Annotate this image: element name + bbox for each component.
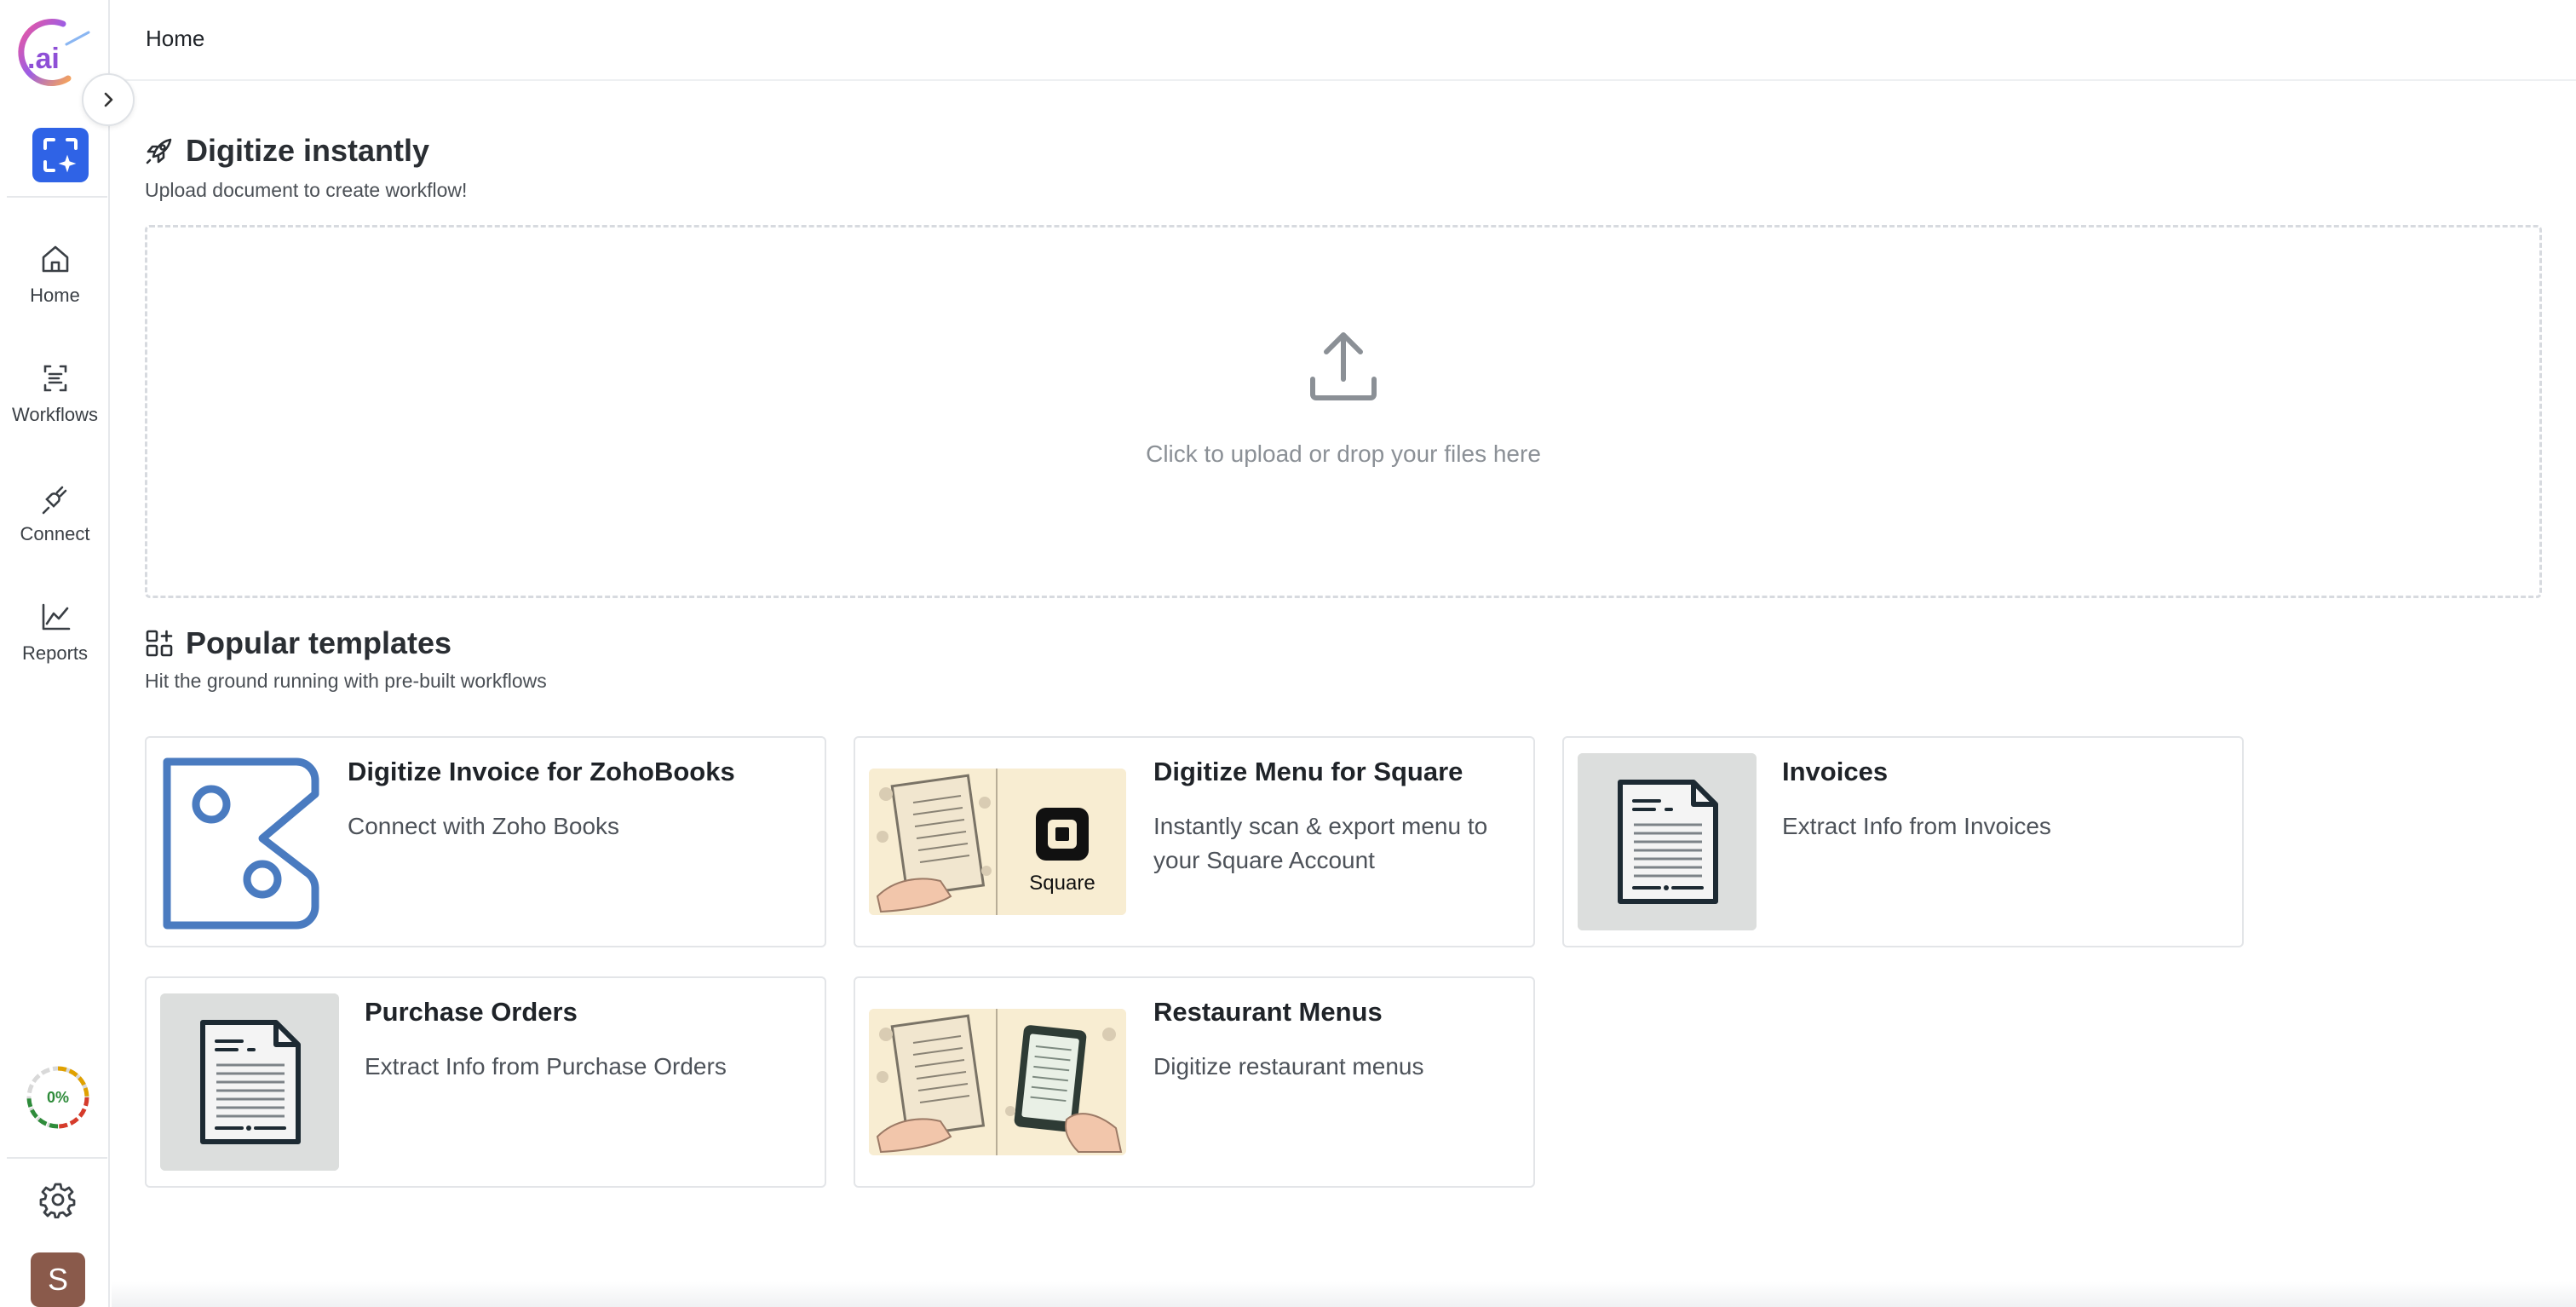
breadcrumb[interactable]: Home (146, 26, 204, 52)
logo-text: .ai (27, 43, 60, 75)
square-brand-label: Square (1029, 872, 1095, 895)
card-description: Extract Info from Invoices (1782, 813, 2051, 839)
card-description: Instantly scan & export menu to your Squ… (1153, 813, 1488, 873)
reports-icon (42, 603, 70, 630)
usage-progress[interactable]: 0% (24, 1063, 92, 1131)
workflows-icon (43, 365, 66, 392)
sidebar: .ai Home Workflows Connect Reports 0% S (0, 0, 110, 1307)
sidebar-item-home[interactable]: Home (0, 242, 110, 307)
card-description: Connect with Zoho Books (348, 813, 620, 839)
sidebar-expand-button[interactable] (82, 73, 135, 126)
template-card-restaurant-menus[interactable]: Restaurant Menus Digitize restaurant men… (854, 976, 1535, 1188)
upload-dropzone[interactable]: Click to upload or drop your files here (145, 225, 2542, 598)
sidebar-item-label: Workflows (11, 404, 99, 425)
app-logo[interactable]: .ai (12, 15, 94, 89)
avatar[interactable]: S (31, 1252, 85, 1307)
template-card-invoices[interactable]: Invoices Extract Info from Invoices (1562, 736, 2244, 947)
card-title: Purchase Orders (365, 997, 578, 1027)
digitize-subtitle: Upload document to create workflow! (145, 179, 468, 201)
digitize-section-title: Digitize instantly (145, 133, 429, 169)
top-bar: Home (112, 0, 2576, 81)
dropzone-text: Click to upload or drop your files here (1146, 440, 1541, 467)
upload-icon (1310, 332, 1377, 400)
rocket-icon (146, 138, 172, 164)
sidebar-divider (7, 1157, 107, 1159)
sidebar-item-label: Reports (21, 642, 89, 664)
card-description: Digitize restaurant menus (1153, 1053, 1424, 1080)
menu-tablet-image (869, 1009, 1126, 1155)
sidebar-item-reports[interactable]: Reports (0, 600, 110, 665)
template-card-zohobooks[interactable]: Digitize Invoice for ZohoBooks Connect w… (145, 736, 826, 947)
progress-text: 0% (46, 1088, 69, 1106)
templates-grid-icon (146, 630, 173, 657)
sidebar-item-connect[interactable]: Connect (0, 481, 110, 545)
scan-sparkle-icon (43, 138, 78, 173)
templates-section-title: Popular templates (145, 625, 451, 661)
template-card-purchase-orders[interactable]: Purchase Orders Extract Info from Purcha… (145, 976, 826, 1188)
card-title: Invoices (1782, 757, 1889, 786)
plug-icon (42, 486, 66, 515)
sidebar-item-workflows[interactable]: Workflows (0, 361, 110, 426)
zoho-books-logo (160, 753, 322, 930)
document-icon (160, 993, 339, 1171)
home-icon (42, 245, 68, 273)
card-description: Extract Info from Purchase Orders (365, 1053, 727, 1080)
sidebar-item-label: Home (30, 285, 80, 306)
section-title-text: Popular templates (186, 625, 452, 660)
card-title: Digitize Invoice for ZohoBooks (348, 757, 735, 786)
sidebar-item-label: Connect (20, 523, 90, 544)
card-title: Restaurant Menus (1153, 997, 1383, 1027)
template-card-menu-square[interactable]: Square Digitize Menu for Square Instantl… (854, 736, 1535, 947)
document-icon (1578, 753, 1757, 930)
bottom-shadow (112, 1281, 2576, 1307)
card-title: Digitize Menu for Square (1153, 757, 1463, 786)
templates-subtitle: Hit the ground running with pre-built wo… (145, 670, 547, 692)
chevron-right-icon (104, 92, 113, 107)
section-title-text: Digitize instantly (186, 133, 430, 168)
menu-square-image: Square (869, 769, 1126, 915)
new-scan-button[interactable] (32, 128, 89, 182)
gear-icon[interactable] (39, 1181, 77, 1218)
sidebar-divider (7, 196, 107, 198)
